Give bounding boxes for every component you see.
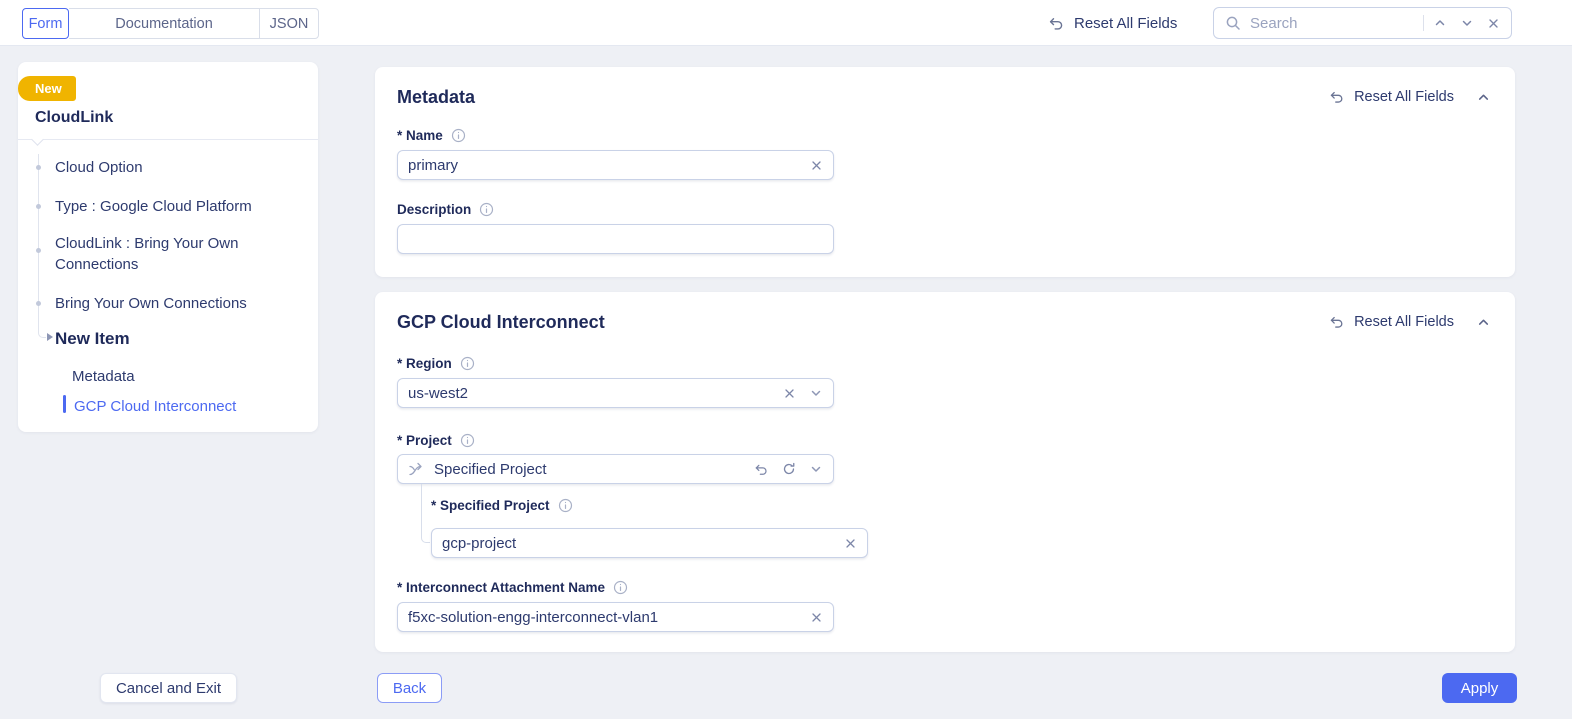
region-field-label: * Region xyxy=(397,356,452,371)
info-icon[interactable] xyxy=(460,356,475,371)
description-input[interactable] xyxy=(408,231,823,248)
close-icon xyxy=(844,537,857,550)
nested-connector-elbow xyxy=(421,529,430,543)
chevron-down-icon xyxy=(809,386,823,400)
info-icon[interactable] xyxy=(613,580,628,595)
tab-json[interactable]: JSON xyxy=(259,8,319,39)
region-select[interactable]: us-west2 xyxy=(397,378,834,408)
apply-button[interactable]: Apply xyxy=(1442,673,1517,703)
sidebar-title: CloudLink xyxy=(35,109,113,127)
search-input[interactable] xyxy=(1250,15,1414,32)
project-refresh-button[interactable] xyxy=(782,462,796,476)
gcp-reset-fields-button[interactable]: Reset All Fields xyxy=(1329,314,1454,330)
tab-form[interactable]: Form xyxy=(22,8,69,39)
new-badge: New xyxy=(18,76,76,101)
metadata-collapse-button[interactable] xyxy=(1476,90,1491,105)
attachment-name-clear-button[interactable] xyxy=(810,611,823,624)
info-icon[interactable] xyxy=(558,498,573,513)
description-field-wrap xyxy=(397,224,834,254)
search-prev-button[interactable] xyxy=(1433,16,1447,30)
sidebar-item-cloudlink-byoc[interactable]: CloudLink : Bring Your Own Connections xyxy=(55,233,247,275)
chevron-down-icon xyxy=(809,462,823,476)
specified-project-field-label: * Specified Project xyxy=(431,498,550,513)
close-icon xyxy=(1487,17,1500,30)
gcp-interconnect-section-card: GCP Cloud Interconnect Reset All Fields … xyxy=(375,292,1515,652)
gcp-section-title: GCP Cloud Interconnect xyxy=(397,312,605,333)
search-close-button[interactable] xyxy=(1487,17,1500,30)
search-divider xyxy=(1423,15,1424,31)
tree-arrow-icon xyxy=(47,333,53,341)
reset-icon xyxy=(1329,314,1345,330)
metadata-section-title: Metadata xyxy=(397,87,475,108)
name-field-wrap xyxy=(397,150,834,180)
tab-documentation[interactable]: Documentation xyxy=(69,8,259,39)
sidebar-item-new-item[interactable]: New Item xyxy=(55,328,130,349)
name-input[interactable] xyxy=(408,157,801,174)
close-icon xyxy=(810,159,823,172)
refresh-icon xyxy=(782,462,796,476)
gcp-collapse-button[interactable] xyxy=(1476,315,1491,330)
name-field-label: * Name xyxy=(397,128,443,143)
reset-icon xyxy=(1329,89,1345,105)
chevron-up-icon xyxy=(1476,90,1491,105)
search-icon xyxy=(1225,15,1241,31)
search-box xyxy=(1213,7,1512,39)
attachment-name-field-label: * Interconnect Attachment Name xyxy=(397,580,605,595)
attachment-name-input[interactable] xyxy=(408,609,801,626)
sidebar-item-cloud-option[interactable]: Cloud Option xyxy=(55,157,143,178)
close-icon xyxy=(810,611,823,624)
region-select-value: us-west2 xyxy=(408,385,774,402)
active-item-bar xyxy=(63,395,66,413)
reset-icon xyxy=(754,462,769,477)
back-button[interactable]: Back xyxy=(377,673,442,703)
specified-project-field-wrap xyxy=(431,528,868,558)
sidebar-item-metadata[interactable]: Metadata xyxy=(72,366,135,387)
project-reset-button[interactable] xyxy=(754,462,769,477)
chevron-up-icon xyxy=(1433,16,1447,30)
close-icon xyxy=(783,387,796,400)
top-bar: Form Documentation JSON Reset All Fields xyxy=(0,0,1572,46)
metadata-reset-fields-button[interactable]: Reset All Fields xyxy=(1329,89,1454,105)
attachment-name-field-wrap xyxy=(397,602,834,632)
sidebar-item-byoc[interactable]: Bring Your Own Connections xyxy=(55,293,247,314)
project-field-label: * Project xyxy=(397,433,452,448)
collapse-caret xyxy=(31,133,44,146)
chevron-down-icon xyxy=(1460,16,1474,30)
reset-all-fields-label: Reset All Fields xyxy=(1074,15,1177,32)
view-tabs: Form Documentation JSON xyxy=(22,8,319,39)
sidebar-divider xyxy=(18,139,318,140)
reset-all-fields-button[interactable]: Reset All Fields xyxy=(1048,12,1177,34)
project-select-value: Specified Project xyxy=(434,461,745,478)
form-nav-sidebar: New CloudLink Cloud Option Type : Google… xyxy=(18,62,318,432)
tree-connector-elbow xyxy=(38,325,46,338)
reset-icon xyxy=(1048,15,1065,32)
metadata-section-card: Metadata Reset All Fields * Name Descr xyxy=(375,67,1515,277)
chevron-up-icon xyxy=(1476,315,1491,330)
cancel-and-exit-button[interactable]: Cancel and Exit xyxy=(100,673,237,703)
info-icon[interactable] xyxy=(451,128,466,143)
name-clear-button[interactable] xyxy=(810,159,823,172)
one-of-branch-icon xyxy=(408,462,425,477)
region-clear-button[interactable] xyxy=(783,387,796,400)
info-icon[interactable] xyxy=(460,433,475,448)
specified-project-input[interactable] xyxy=(442,535,835,552)
description-field-label: Description xyxy=(397,202,471,217)
sidebar-item-type[interactable]: Type : Google Cloud Platform xyxy=(55,196,252,217)
sidebar-item-gcp-cloud-interconnect[interactable]: GCP Cloud Interconnect xyxy=(74,396,236,417)
search-next-button[interactable] xyxy=(1460,16,1474,30)
specified-project-clear-button[interactable] xyxy=(844,537,857,550)
project-select[interactable]: Specified Project xyxy=(397,454,834,484)
info-icon[interactable] xyxy=(479,202,494,217)
